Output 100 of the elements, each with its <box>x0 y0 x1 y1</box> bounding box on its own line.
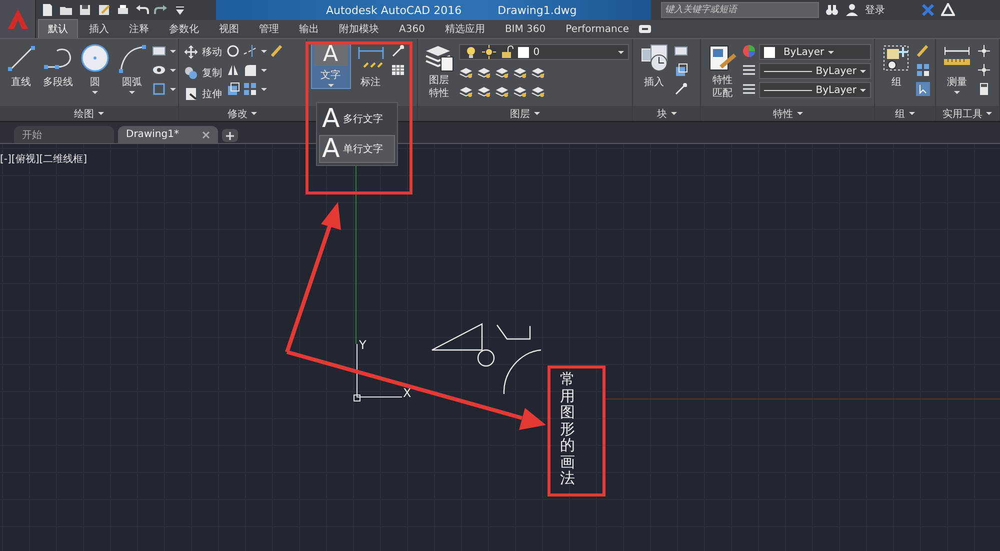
ribbon-tool-button[interactable]: 组 <box>879 42 914 90</box>
caret-icon[interactable] <box>261 68 267 72</box>
triangle-logo-icon[interactable] <box>941 3 955 17</box>
save-as-icon[interactable] <box>97 3 111 17</box>
sun-icon[interactable] <box>482 45 496 59</box>
text-tool-button[interactable]: A 文字 <box>310 42 351 89</box>
layer-tool-icon[interactable] <box>531 65 546 79</box>
table-icon[interactable] <box>390 63 405 77</box>
ribbon-tab[interactable]: 插入 <box>80 20 118 38</box>
ribbon-tab[interactable]: 管理 <box>250 20 288 38</box>
move-tool-button[interactable]: 移动 <box>183 44 223 60</box>
panel-title-bar[interactable]: 块 <box>633 106 700 121</box>
binoculars-icon[interactable] <box>825 3 839 17</box>
sign-in-link[interactable]: 登录 <box>865 3 885 17</box>
caret-icon[interactable] <box>170 50 176 52</box>
lineweight-icon[interactable] <box>742 82 756 96</box>
circle-tool-button[interactable]: 圆 <box>78 42 112 95</box>
layer-tool-icon[interactable] <box>531 84 546 98</box>
layer-tool-icon[interactable] <box>477 84 492 98</box>
x-logo-icon[interactable] <box>921 3 935 17</box>
layer-tool-icon[interactable] <box>459 84 474 98</box>
ribbon-tool-button[interactable]: 图层特性 <box>422 42 456 101</box>
new-file-icon[interactable] <box>40 3 54 17</box>
array-icon[interactable] <box>916 63 930 77</box>
fillet-icon[interactable] <box>243 63 257 77</box>
ribbon-tab[interactable]: Performance <box>556 22 638 36</box>
close-icon[interactable] <box>202 130 210 138</box>
ribbon-tab[interactable]: 默认 <box>38 19 78 39</box>
layer-tool-icon[interactable] <box>495 84 510 98</box>
ribbon-tab[interactable]: BIM 360 <box>496 22 555 36</box>
ribbon-tool-button[interactable]: 特性匹配 <box>705 42 740 101</box>
layer-tool-icon[interactable] <box>495 65 510 79</box>
axis-label: Y <box>359 338 366 352</box>
new-tab-button[interactable] <box>222 129 238 142</box>
viewport-label[interactable]: [-][俯视][二维线框] <box>0 152 88 166</box>
lineweight-icon[interactable] <box>742 63 756 77</box>
save-icon[interactable] <box>78 3 92 17</box>
panel-title-bar[interactable]: 修改 <box>179 106 306 121</box>
property-dropdown[interactable]: ByLayer <box>759 44 872 60</box>
panel-title-bar[interactable]: 实用工具 <box>936 106 1000 121</box>
leader-icon[interactable] <box>674 82 688 96</box>
unlock-icon[interactable] <box>500 45 514 59</box>
polyline-tool-button[interactable]: 多段线 <box>41 42 75 90</box>
rotate-icon[interactable] <box>226 44 240 58</box>
arc-tool-button[interactable]: 圆弧 <box>115 42 149 95</box>
ribbon-tab[interactable]: 输出 <box>290 20 328 38</box>
leader-icon[interactable] <box>390 44 405 58</box>
document-tab[interactable]: Drawing1* <box>118 126 218 143</box>
pencil-icon[interactable] <box>916 44 930 58</box>
document-tab[interactable]: 开始 <box>14 126 114 143</box>
ribbon-tab[interactable]: 附加模块 <box>330 20 388 38</box>
undo-icon[interactable] <box>135 3 149 17</box>
color-wheel-icon[interactable] <box>742 44 756 58</box>
caret-icon[interactable] <box>170 88 176 90</box>
panel-title-bar[interactable]: 绘图 <box>0 106 178 121</box>
property-dropdown[interactable]: ByLayer <box>759 63 872 79</box>
print-icon[interactable] <box>116 3 130 17</box>
select-icon[interactable] <box>916 82 930 96</box>
window-title: Autodesk AutoCAD 2016 <box>326 4 462 16</box>
point-icon[interactable] <box>976 63 991 77</box>
stretch-tool-button[interactable]: 拉伸 <box>183 86 223 102</box>
copy-tool-button[interactable]: 复制 <box>183 65 223 81</box>
ribbon-tab[interactable]: 精选应用 <box>436 20 494 38</box>
point-icon[interactable] <box>976 44 991 58</box>
search-field[interactable]: 键入关键字或短语 <box>661 2 819 18</box>
layer-tool-icon[interactable] <box>513 84 528 98</box>
ribbon-tool-button[interactable]: 插入 <box>637 42 672 90</box>
caret-icon[interactable] <box>170 68 176 72</box>
trim-icon[interactable] <box>243 44 257 58</box>
plus-icon <box>226 132 234 140</box>
caret-icon[interactable] <box>261 88 267 90</box>
layer-tool-icon[interactable] <box>477 65 492 79</box>
panel-title-bar[interactable]: 图层 <box>418 106 632 121</box>
dimension-tool-button[interactable]: 标注 <box>354 42 388 90</box>
ribbon-tab[interactable]: 注释 <box>120 20 158 38</box>
mirror-icon[interactable] <box>226 63 240 77</box>
redo-icon[interactable] <box>154 3 168 17</box>
boundary-icon[interactable] <box>152 82 166 96</box>
ribbon-tab[interactable]: A360 <box>390 22 434 36</box>
hatch-icon[interactable] <box>152 63 166 77</box>
user-icon[interactable] <box>845 3 859 17</box>
layer-tool-icon[interactable] <box>513 65 528 79</box>
axis-label: X <box>403 386 412 400</box>
layer-dropdown[interactable]: 0 <box>459 44 630 60</box>
caret-icon[interactable] <box>261 50 267 52</box>
panel-title-bar[interactable]: 特性 <box>701 106 874 121</box>
rectangle-icon[interactable] <box>152 44 166 58</box>
scale-icon[interactable] <box>226 82 240 96</box>
line-tool-button[interactable]: 直线 <box>4 42 38 90</box>
panel-title-bar[interactable]: 组 <box>875 106 935 121</box>
property-dropdown[interactable]: ByLayer <box>759 82 872 98</box>
array-icon[interactable] <box>243 82 257 96</box>
panel-toggle-icon[interactable] <box>638 22 652 36</box>
ribbon-tab[interactable]: 参数化 <box>160 20 208 38</box>
ribbon-tab[interactable]: 视图 <box>210 20 248 38</box>
rectangle-icon[interactable] <box>674 44 688 58</box>
ribbon-tool-button[interactable]: 测量 <box>940 42 974 95</box>
layer-tool-icon[interactable] <box>459 65 474 79</box>
scale-icon[interactable] <box>674 63 688 77</box>
pencil-icon[interactable] <box>270 44 284 58</box>
